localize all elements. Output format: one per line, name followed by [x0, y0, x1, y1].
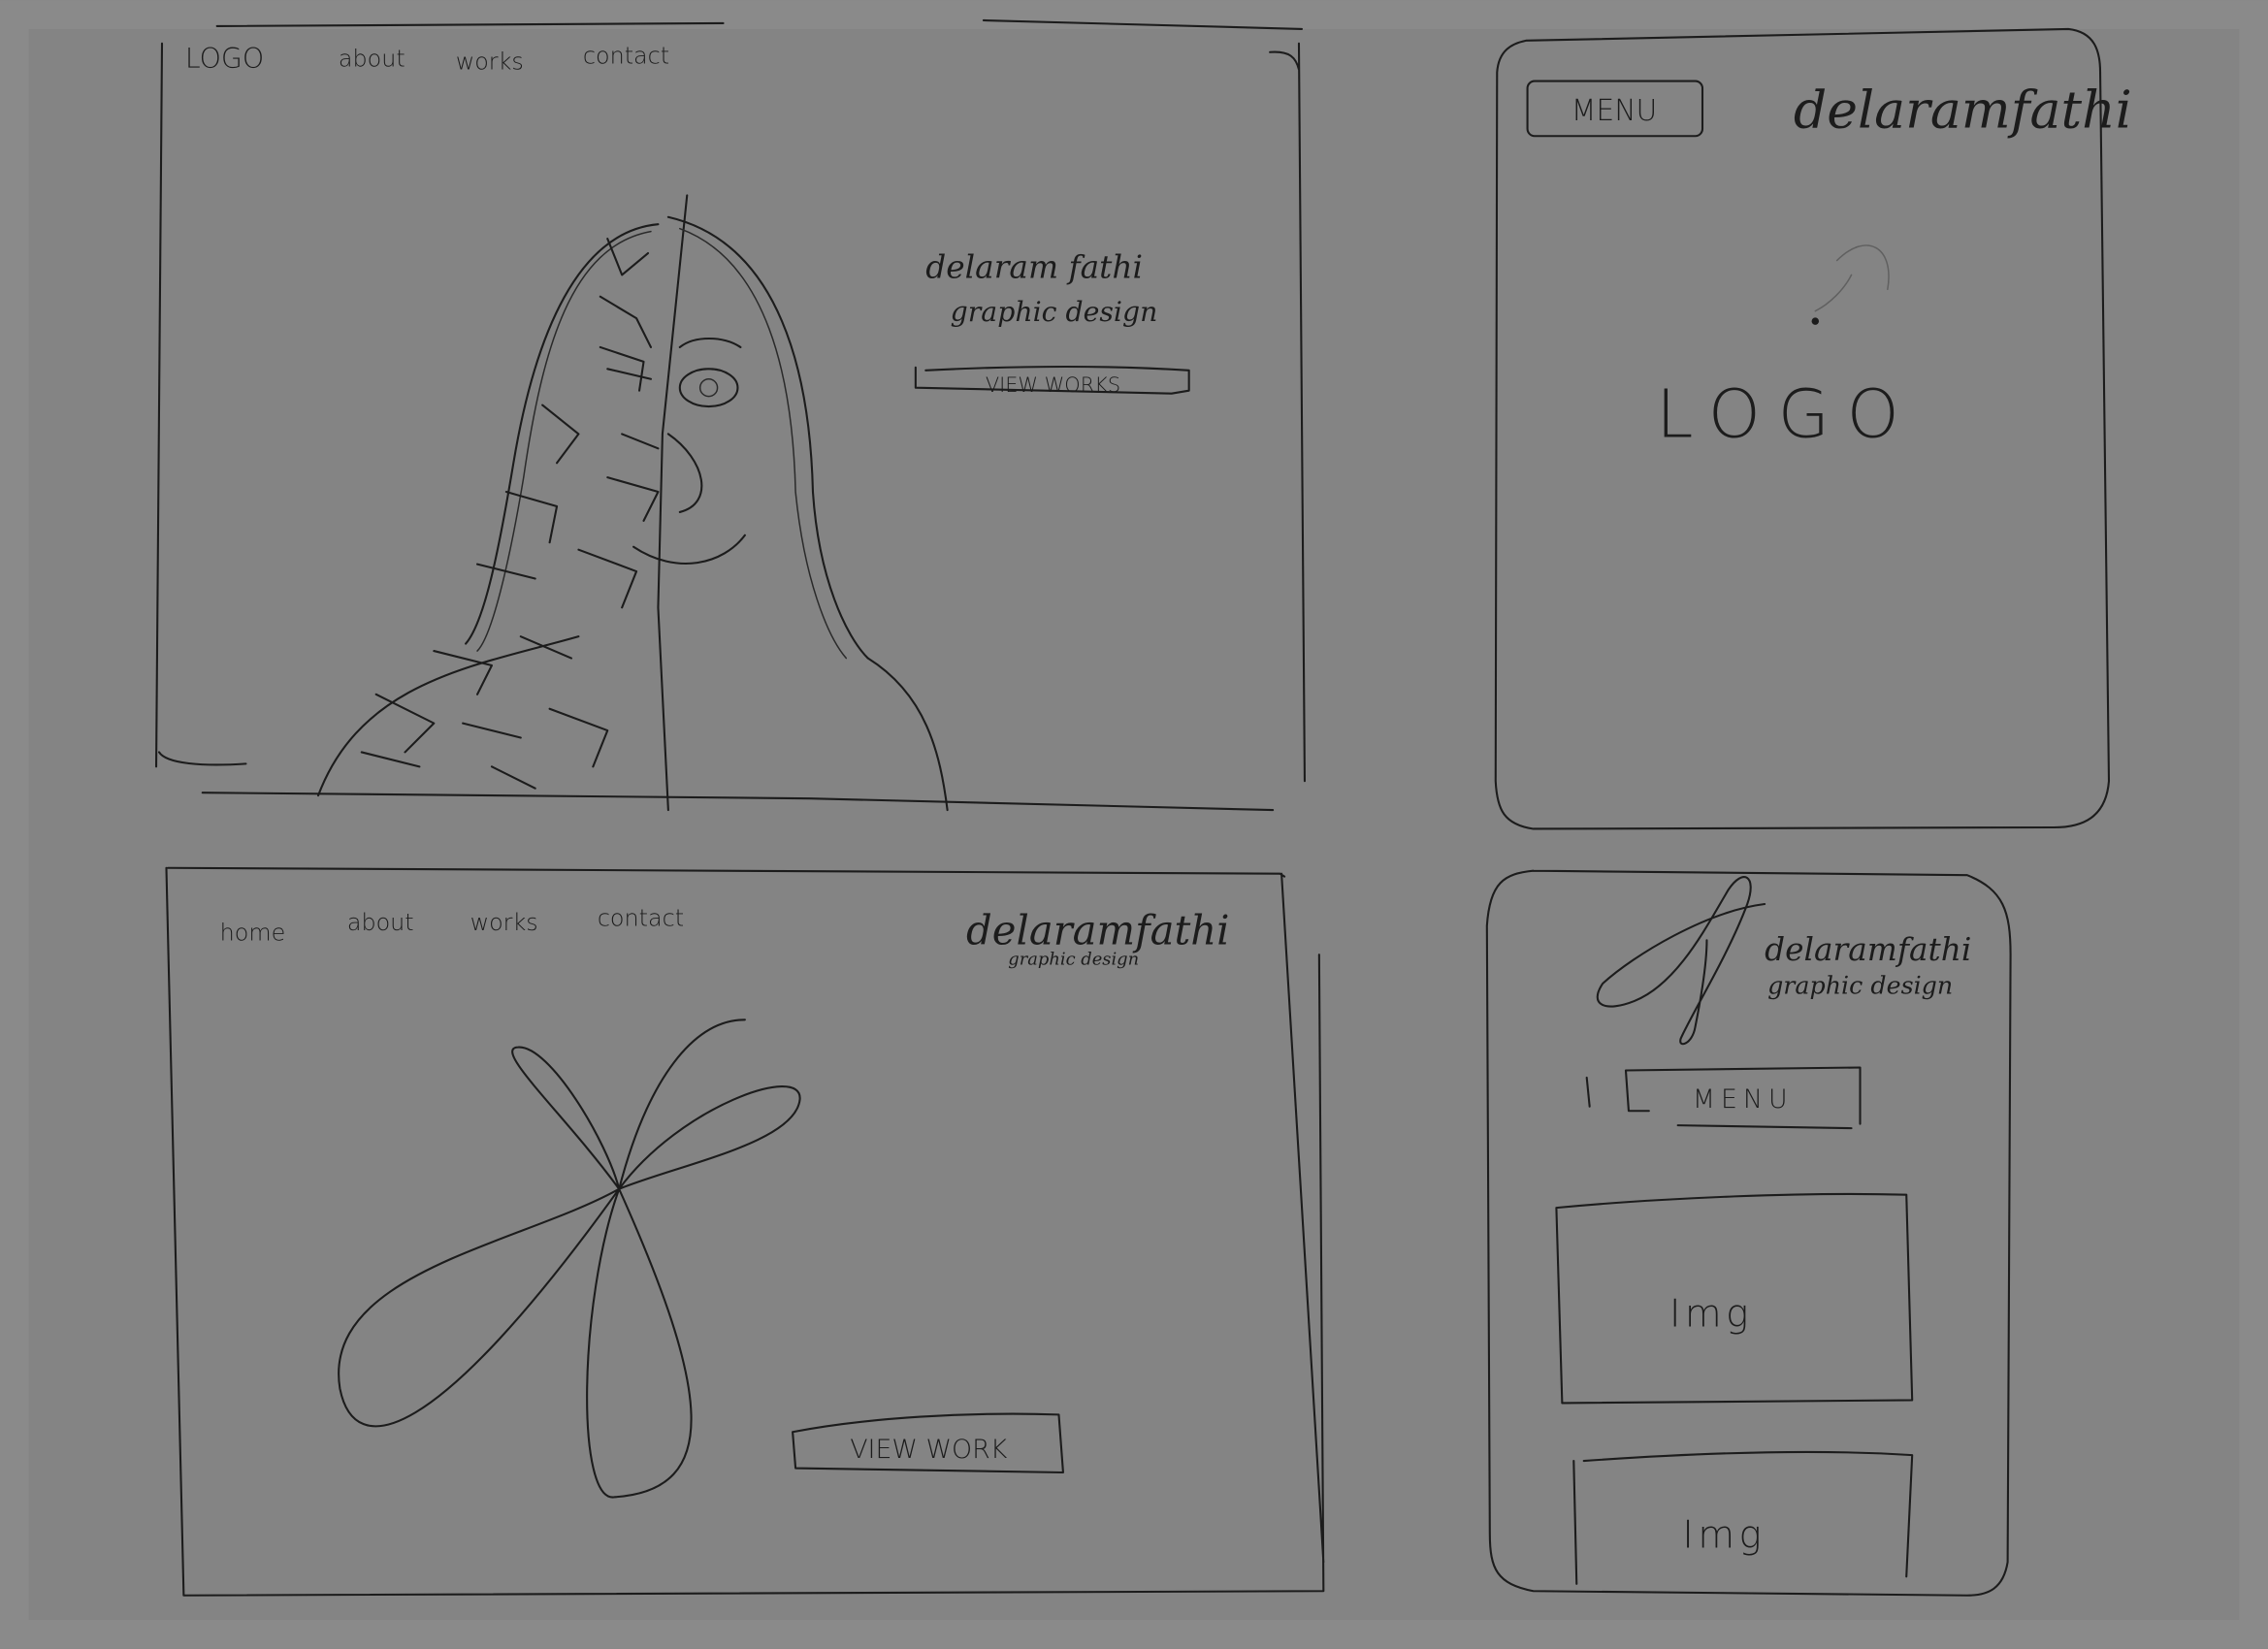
nav-logo[interactable]: LOGO: [185, 43, 264, 75]
site-tagline: graphic design: [1767, 970, 1953, 999]
site-tagline: graphic design: [1008, 950, 1139, 970]
hero-tagline: graphic design: [951, 296, 1158, 328]
site-name: delaramfathi: [1765, 931, 1971, 968]
menu-label: MENU: [1571, 94, 1658, 128]
logo-placeholder: LOGO: [1656, 375, 1916, 453]
nav-contact[interactable]: contact: [598, 904, 684, 931]
menu-label: MENU: [1693, 1084, 1794, 1115]
nav-works[interactable]: works: [456, 48, 524, 76]
image-label: Img: [1682, 1514, 1766, 1558]
site-name: delaramfathi: [1794, 79, 2132, 140]
nav-about[interactable]: about: [339, 46, 405, 73]
site-name: delaramfathi: [966, 907, 1229, 954]
image-label: Img: [1669, 1292, 1753, 1336]
nav-works[interactable]: works: [470, 909, 538, 936]
view-works-label: VIEW WORKS: [986, 373, 1120, 397]
nav-about[interactable]: about: [347, 909, 414, 936]
nav-home[interactable]: home: [220, 919, 286, 946]
nav-contact[interactable]: contact: [583, 43, 669, 70]
hero-name: delaram fathi: [925, 248, 1143, 285]
view-work-label: VIEW WORK: [850, 1435, 1008, 1465]
wireframe-sketch-sheet: LOGO about works contact delaram fathi g…: [0, 0, 2268, 1649]
